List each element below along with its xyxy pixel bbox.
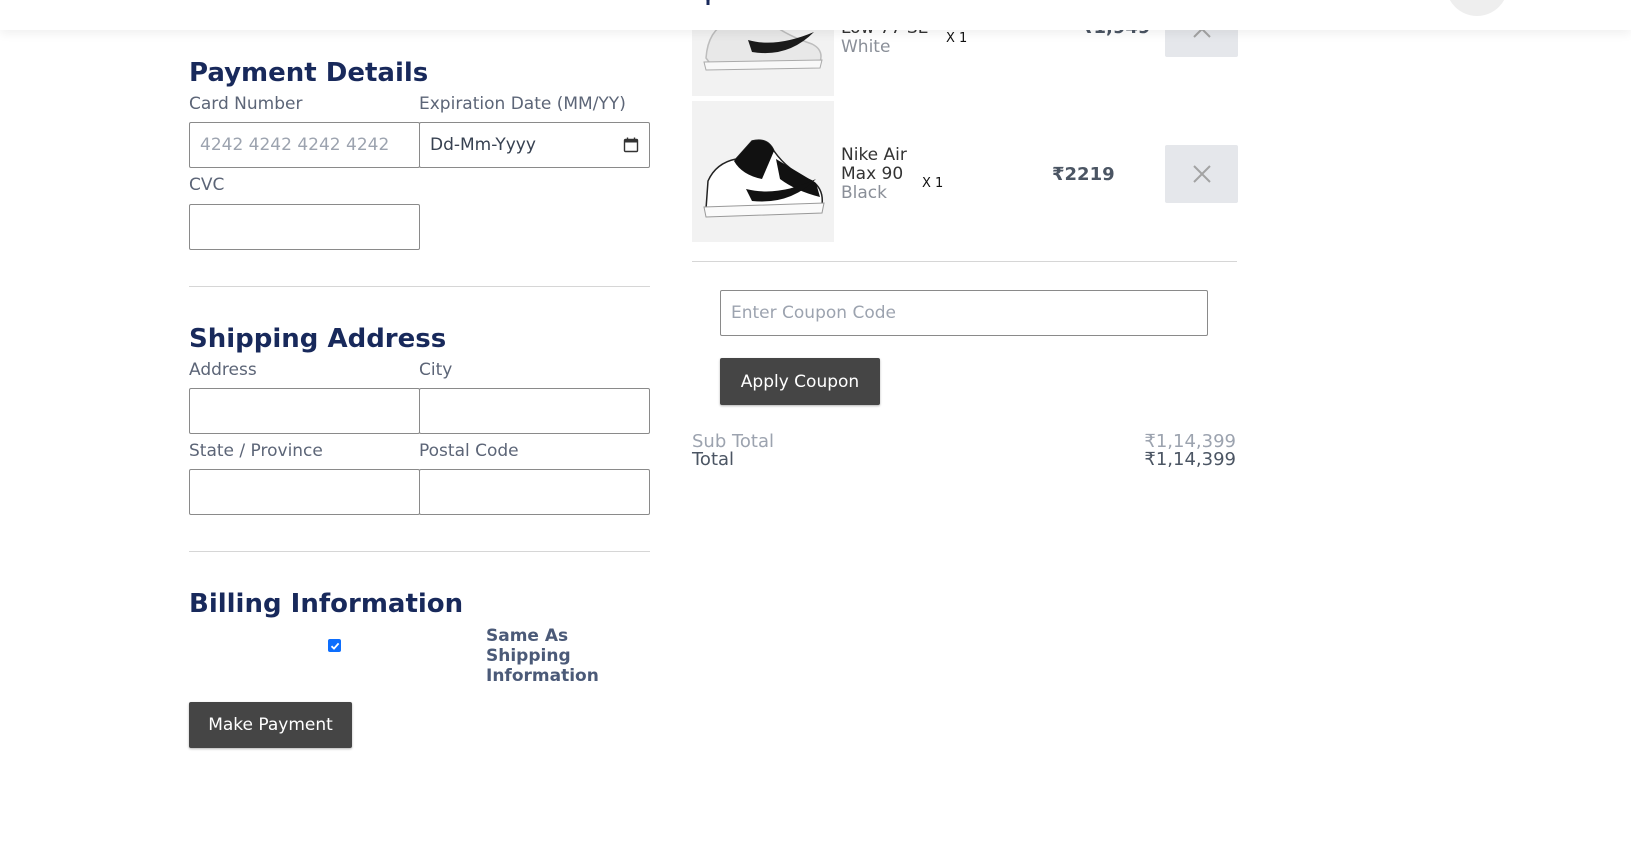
section-divider — [189, 551, 650, 552]
state-province-input[interactable] — [189, 469, 420, 515]
total-label: Total — [692, 449, 735, 470]
total-value: ₹1,14,399 — [1144, 449, 1236, 470]
expiration-date-label: Expiration Date (MM/YY) — [419, 94, 626, 114]
product-price: ₹2219 — [1052, 164, 1115, 185]
cart-divider — [692, 261, 1237, 262]
same-as-shipping-checkbox[interactable] — [328, 639, 341, 652]
check-icon — [330, 642, 339, 650]
shipping-address-title: Shipping Address — [189, 324, 447, 354]
billing-information-title: Billing Information — [189, 589, 464, 619]
expiration-date-placeholder: Dd-Mm-Yyyy — [430, 135, 536, 155]
postal-code-input[interactable] — [419, 469, 650, 515]
cvc-label: CVC — [189, 175, 225, 195]
payment-details-title: Payment Details — [189, 58, 429, 88]
card-number-input[interactable] — [189, 122, 420, 168]
city-label: City — [419, 360, 453, 380]
product-quantity: X 1 — [946, 31, 968, 46]
close-icon — [1192, 165, 1211, 183]
address-input[interactable] — [189, 388, 420, 434]
postal-code-label: Postal Code — [419, 441, 519, 461]
cvc-input[interactable] — [189, 204, 420, 250]
product-image — [692, 101, 834, 242]
section-divider — [189, 286, 650, 287]
card-number-label: Card Number — [189, 94, 303, 114]
product-quantity: X 1 — [922, 176, 944, 191]
avatar[interactable] — [1446, 0, 1508, 16]
expiration-date-input[interactable]: Dd-Mm-Yyyy — [419, 122, 650, 168]
calendar-icon[interactable] — [623, 137, 639, 153]
product-color: Black — [841, 183, 887, 203]
same-as-shipping-label[interactable]: Same As Shipping Information — [486, 626, 656, 686]
sneaker-image — [703, 139, 825, 218]
apply-coupon-button[interactable]: Apply Coupon — [720, 358, 880, 405]
city-input[interactable] — [419, 388, 650, 434]
address-label: Address — [189, 360, 257, 380]
nav-partial-glyph — [706, 0, 710, 5]
product-name-text: Nike Air Max 90 — [841, 145, 907, 184]
remove-item-button[interactable] — [1165, 145, 1238, 203]
product-name: Nike Air Max 90 Black — [841, 146, 921, 203]
product-color: White — [841, 37, 891, 57]
coupon-code-input[interactable] — [720, 290, 1208, 336]
make-payment-button[interactable]: Make Payment — [189, 702, 352, 748]
state-province-label: State / Province — [189, 441, 323, 461]
top-header-bar — [0, 0, 1631, 30]
